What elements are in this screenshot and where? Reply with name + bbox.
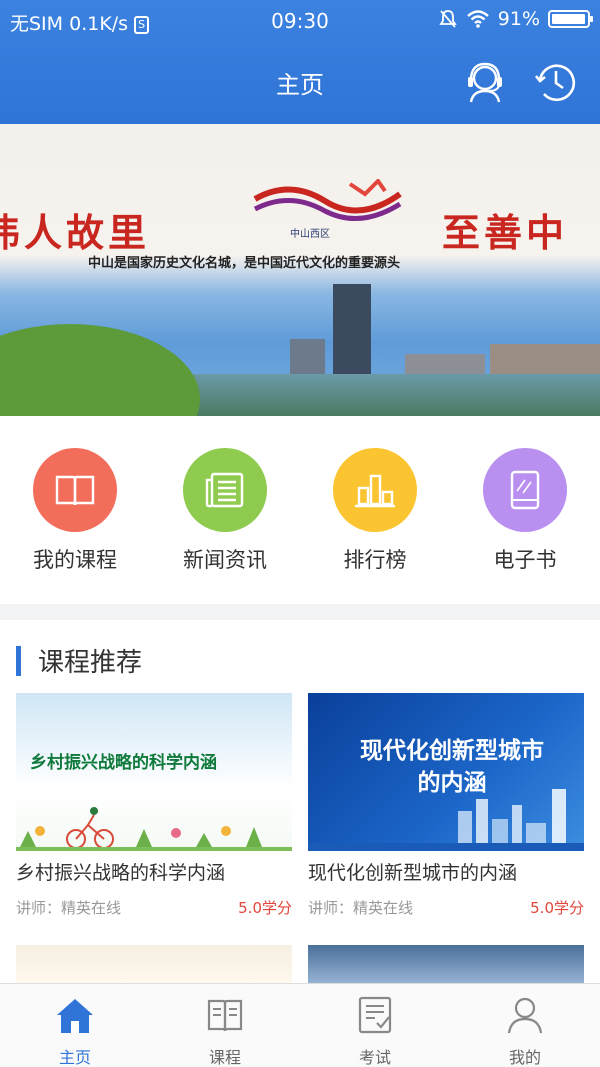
course-book-icon bbox=[207, 999, 243, 1032]
quick-item-label: 新闻资讯 bbox=[183, 548, 267, 572]
profile-icon bbox=[507, 997, 543, 1034]
battery-percent: 91% bbox=[497, 8, 540, 30]
course-card[interactable]: 乡村振兴战略的科学内涵 乡村振兴战略的科学内涵 讲师：精英在线 5.0学分 bbox=[16, 693, 292, 918]
course-credit: 5.0学分 bbox=[238, 899, 292, 917]
banner-slogan-right: 至善中 bbox=[442, 210, 569, 255]
tab-label: 我的 bbox=[508, 1048, 541, 1067]
course-title: 现代化创新型城市的内涵 bbox=[308, 862, 518, 884]
cyclist-illustration bbox=[16, 807, 292, 851]
quick-item-circle bbox=[33, 448, 117, 532]
quick-item-circle bbox=[333, 448, 417, 532]
course-lecturer: 讲师：精英在线 bbox=[16, 899, 122, 917]
page-title: 主页 bbox=[276, 71, 324, 99]
top-bar: 无SIM 0.1K/s S 09:30 91% 主页 bbox=[0, 0, 600, 124]
tab-exam[interactable]: 考试 bbox=[300, 984, 450, 1067]
battery-icon bbox=[548, 10, 593, 28]
course-thumbnail bbox=[308, 945, 584, 985]
quick-item-label: 我的课程 bbox=[33, 548, 117, 572]
book-icon bbox=[55, 475, 95, 506]
quick-item-my-courses[interactable]: 我的课程 bbox=[0, 448, 150, 574]
course-thumbnail: 现代化创新型城市的内涵 bbox=[308, 693, 584, 851]
banner-logo-text: 中山西区 bbox=[290, 227, 330, 240]
banner-logo: 中山西区 bbox=[253, 179, 402, 240]
tab-home[interactable]: 主页 bbox=[0, 984, 150, 1067]
wifi-icon bbox=[466, 10, 489, 28]
quick-item-news[interactable]: 新闻资讯 bbox=[150, 448, 300, 574]
status-bar: 无SIM 0.1K/s S 09:30 91% bbox=[0, 0, 600, 42]
banner-tree bbox=[0, 324, 200, 416]
quick-menu: 我的课程 新闻资讯 排行榜 电子书 bbox=[0, 416, 600, 604]
history-clock-icon[interactable] bbox=[532, 58, 580, 106]
course-card-partial[interactable] bbox=[308, 945, 584, 985]
tab-courses[interactable]: 课程 bbox=[150, 984, 300, 1067]
quick-item-label: 电子书 bbox=[493, 548, 557, 572]
banner-subtitle: 中山是国家历史文化名城，是中国近代文化的重要源头 bbox=[88, 256, 401, 271]
quick-item-circle bbox=[183, 448, 267, 532]
banner-slogan-left: 伟人故里 bbox=[0, 210, 151, 255]
course-meta: 讲师：精英在线 5.0学分 bbox=[16, 897, 292, 918]
exam-icon bbox=[358, 996, 392, 1034]
tab-label: 主页 bbox=[58, 1048, 91, 1067]
mute-bell-icon bbox=[439, 10, 457, 28]
course-card[interactable]: 现代化创新型城市的内涵 现代化创新型城市的内涵 讲师：精英在线 5.0学分 bbox=[308, 693, 584, 918]
course-credit: 5.0学分 bbox=[530, 899, 584, 917]
section-header: 课程推荐 bbox=[16, 642, 142, 679]
course-thumbnail: 乡村振兴战略的科学内涵 bbox=[16, 693, 292, 851]
course-card-partial[interactable] bbox=[16, 945, 292, 985]
status-right: 91% bbox=[438, 8, 593, 30]
ranking-icon bbox=[355, 474, 395, 508]
course-thumbnail-text: 乡村振兴战略的科学内涵 bbox=[30, 753, 217, 773]
customer-service-icon[interactable] bbox=[461, 58, 509, 106]
bottom-tab-bar: 主页 课程 考试 我的 bbox=[0, 983, 600, 1067]
course-thumbnail bbox=[16, 945, 292, 985]
course-title: 乡村振兴战略的科学内涵 bbox=[16, 862, 226, 884]
course-lecturer: 讲师：精英在线 bbox=[308, 899, 414, 917]
tab-label: 考试 bbox=[358, 1048, 391, 1067]
section-title: 课程推荐 bbox=[38, 648, 143, 678]
quick-item-ranking[interactable]: 排行榜 bbox=[300, 448, 450, 574]
tablet-icon bbox=[510, 470, 540, 510]
promo-banner[interactable]: 伟人故里 中山西区 至善中 中山是国家历史文化名城，是中国近代文化的重要源头 bbox=[0, 124, 600, 416]
course-meta: 讲师：精英在线 5.0学分 bbox=[308, 897, 584, 918]
quick-item-ebook[interactable]: 电子书 bbox=[450, 448, 600, 574]
quick-item-circle bbox=[483, 448, 567, 532]
tab-label: 课程 bbox=[208, 1048, 241, 1067]
city-skyline-illustration bbox=[308, 789, 584, 851]
tab-profile[interactable]: 我的 bbox=[450, 984, 600, 1067]
news-icon bbox=[205, 472, 244, 508]
quick-item-label: 排行榜 bbox=[343, 548, 407, 572]
home-icon bbox=[57, 999, 93, 1033]
section-accent-bar bbox=[16, 645, 21, 676]
